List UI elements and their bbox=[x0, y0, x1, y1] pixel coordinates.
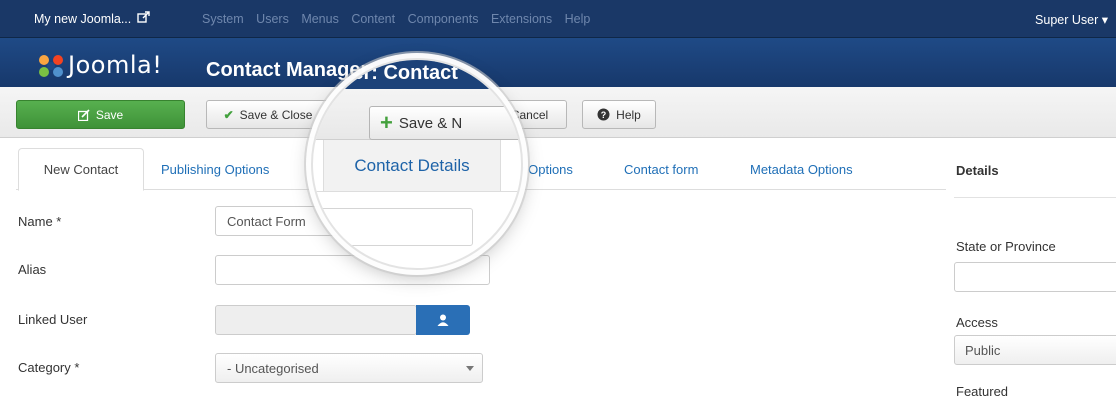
menu-system[interactable]: System bbox=[202, 12, 244, 26]
checkmark-icon: ✔ bbox=[223, 107, 234, 122]
svg-text:?: ? bbox=[601, 110, 607, 120]
category-label: Category * bbox=[18, 360, 80, 375]
access-value: Public bbox=[965, 342, 1001, 358]
tab-metadata-options[interactable]: Metadata Options bbox=[750, 148, 853, 190]
magnified-page-title: Contact Manager: Contact bbox=[313, 62, 458, 84]
menu-content[interactable]: Content bbox=[351, 12, 395, 26]
magnified-name-field bbox=[313, 208, 473, 246]
help-circle-icon: ? bbox=[597, 108, 610, 121]
save-close-button[interactable]: ✔ Save & Close bbox=[206, 100, 330, 129]
alias-label: Alias bbox=[18, 262, 47, 277]
linked-user-label: Linked User bbox=[18, 312, 88, 327]
admin-top-bar: My new Joomla... System Users Menus Cont… bbox=[0, 0, 1116, 38]
user-menu[interactable]: Super User ▾ bbox=[1035, 12, 1108, 27]
page-header: Joomla! Contact Manager: Contact bbox=[0, 38, 1116, 87]
edit-icon bbox=[77, 108, 90, 121]
menu-users[interactable]: Users bbox=[256, 12, 289, 26]
toolbar: Save ✔ Save & Close Cancel ? Help bbox=[0, 87, 1116, 138]
magnified-tab-bar: Contact Details bbox=[313, 140, 521, 192]
linked-user-field bbox=[215, 305, 417, 335]
name-label: Name * bbox=[18, 214, 62, 229]
tab-contact-form[interactable]: Contact form bbox=[624, 148, 698, 190]
category-value: - Uncategorised bbox=[227, 360, 319, 376]
save-new-button[interactable]: + Save & N bbox=[369, 106, 521, 140]
details-divider bbox=[954, 197, 1116, 198]
site-name-link[interactable]: My new Joomla... bbox=[34, 12, 131, 26]
save-close-label: Save & Close bbox=[239, 107, 313, 122]
menu-components[interactable]: Components bbox=[408, 12, 479, 26]
external-link-icon[interactable] bbox=[137, 11, 150, 24]
name-value: Contact Form bbox=[227, 213, 306, 229]
chevron-down-icon bbox=[466, 366, 474, 371]
details-heading: Details bbox=[956, 163, 999, 178]
joomla-logo-icon bbox=[39, 55, 63, 77]
app-root: My new Joomla... System Users Menus Cont… bbox=[0, 0, 1116, 396]
state-field[interactable] bbox=[954, 262, 1116, 292]
tab-new-contact[interactable]: New Contact bbox=[18, 148, 144, 191]
tab-display-options[interactable]: y Options bbox=[518, 148, 573, 190]
top-menu: System Users Menus Content Components Ex… bbox=[202, 12, 599, 26]
access-select[interactable]: Public bbox=[954, 335, 1116, 365]
tab-publishing-options[interactable]: Publishing Options bbox=[161, 148, 269, 190]
magnified-toolbar: + Save & N bbox=[313, 89, 521, 140]
state-label: State or Province bbox=[956, 239, 1056, 254]
menu-extensions[interactable]: Extensions bbox=[491, 12, 552, 26]
select-user-button[interactable] bbox=[416, 305, 470, 335]
save-new-label: Save & N bbox=[398, 114, 463, 132]
help-button[interactable]: ? Help bbox=[582, 100, 656, 129]
access-label: Access bbox=[956, 315, 998, 330]
magnified-header: Contact Manager: Contact bbox=[313, 60, 521, 89]
save-button-label: Save bbox=[95, 107, 124, 122]
magnifier-lens: Contact Manager: Contact + Save & N Cont… bbox=[311, 58, 523, 270]
help-label: Help bbox=[616, 107, 641, 122]
plus-icon: + bbox=[380, 110, 393, 135]
category-select[interactable]: - Uncategorised bbox=[215, 353, 483, 383]
save-button[interactable]: Save bbox=[16, 100, 185, 129]
tab-contact-details[interactable]: Contact Details bbox=[323, 140, 501, 192]
joomla-logo-text: Joomla! bbox=[68, 51, 163, 79]
user-icon bbox=[437, 314, 449, 326]
menu-menus[interactable]: Menus bbox=[301, 12, 339, 26]
menu-help[interactable]: Help bbox=[565, 12, 591, 26]
featured-label: Featured bbox=[956, 384, 1009, 396]
